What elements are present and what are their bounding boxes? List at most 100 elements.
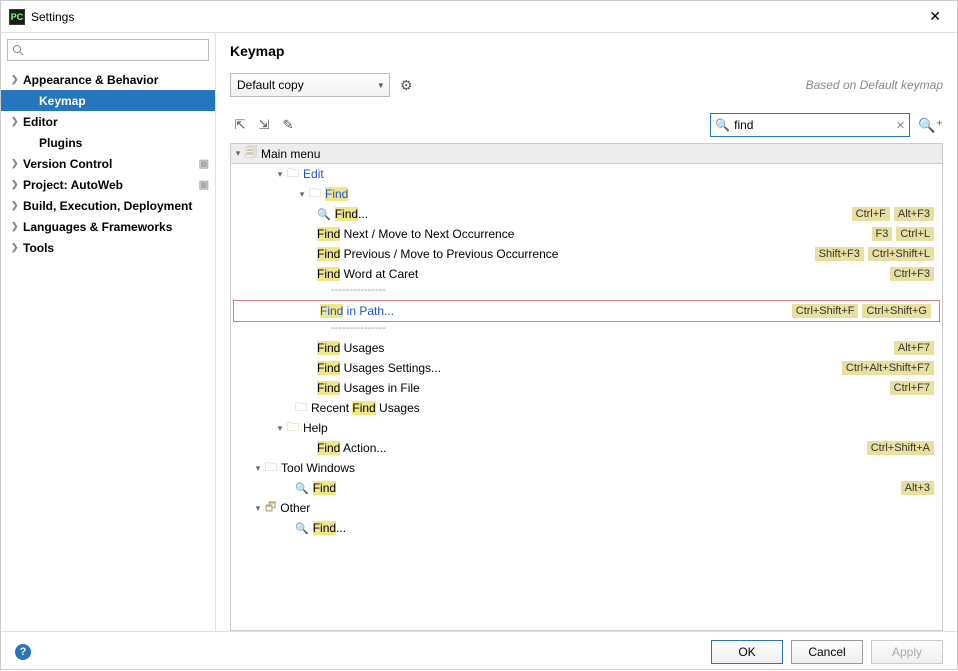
highlighted-row: Find in Path...Ctrl+Shift+FCtrl+Shift+G — [233, 300, 940, 322]
sidebar-item-project-autoweb[interactable]: ❯Project: AutoWeb▣ — [1, 174, 215, 195]
sidebar-item-keymap[interactable]: Keymap — [1, 90, 215, 111]
sidebar-item-editor[interactable]: ❯Editor — [1, 111, 215, 132]
keymap-scheme-combo[interactable]: Default copy ▾ — [230, 73, 390, 97]
node-label: Find Previous / Move to Previous Occurre… — [317, 247, 558, 261]
project-icon: ▣ — [199, 157, 209, 170]
shortcut-badge: Ctrl+Shift+A — [867, 441, 934, 455]
tree-node[interactable]: 🔍Find...Ctrl+FAlt+F3 — [231, 204, 942, 224]
folder-icon: 🗀 — [295, 398, 307, 419]
folder-icon: 🗀 — [287, 418, 299, 439]
sidebar-item-appearance-behavior[interactable]: ❯Appearance & Behavior — [1, 69, 215, 90]
sidebar-item-label: Keymap — [39, 94, 86, 108]
app-icon: PC — [9, 9, 25, 25]
tree-root[interactable]: ▾ 🗐 Main menu — [231, 144, 942, 164]
node-label: Find... — [313, 521, 346, 535]
chevron-right-icon: ❯ — [11, 158, 23, 169]
chevron-right-icon: ❯ — [11, 179, 23, 190]
chevron-right-icon: ❯ — [11, 74, 23, 85]
chevron-down-icon[interactable]: ▾ — [251, 503, 265, 514]
folder-icon: 🗀 — [309, 184, 321, 205]
node-label: Find... — [335, 207, 368, 221]
tree-node[interactable]: Find Action...Ctrl+Shift+A — [231, 438, 942, 458]
keymap-tree[interactable]: ▾ 🗐 Main menu ▾🗀Edit▾🗀Find🔍Find...Ctrl+F… — [230, 143, 943, 631]
tree-node[interactable]: ▾🗀 Help — [231, 418, 942, 438]
search-icon: 🔍 — [715, 118, 730, 132]
sidebar-item-label: Languages & Frameworks — [23, 220, 172, 234]
toolbar-row: ⇱ ⇲ ✎ 🔍 ✕ 🔍⁺ — [230, 113, 943, 137]
node-label: Find Usages — [317, 341, 384, 355]
chevron-down-icon[interactable]: ▾ — [295, 189, 309, 200]
find-by-shortcut-icon[interactable]: 🔍⁺ — [918, 117, 943, 134]
help-icon[interactable]: ? — [15, 644, 31, 660]
gear-icon[interactable]: ⚙ — [400, 77, 413, 94]
cancel-button[interactable]: Cancel — [791, 640, 863, 664]
sidebar-item-label: Appearance & Behavior — [23, 73, 158, 87]
chevron-down-icon[interactable]: ▾ — [273, 423, 287, 434]
based-on-label: Based on Default keymap — [806, 78, 943, 92]
tree-node[interactable]: ▾🗀Tool Windows — [231, 458, 942, 478]
shortcut-badge: Alt+F3 — [894, 207, 934, 221]
sidebar-item-label: Tools — [23, 241, 54, 255]
chevron-right-icon: ❯ — [11, 200, 23, 211]
title-bar: PC Settings ✕ — [1, 1, 957, 33]
chevron-right-icon: ❯ — [11, 242, 23, 253]
tree-node[interactable]: Find in Path...Ctrl+Shift+FCtrl+Shift+G — [234, 301, 939, 321]
node-label: Find — [325, 187, 348, 201]
clear-icon[interactable]: ✕ — [896, 119, 905, 132]
ok-button[interactable]: OK — [711, 640, 783, 664]
node-label: Help — [303, 421, 328, 435]
shortcut-badge: Shift+F3 — [815, 247, 864, 261]
other-icon: 🗗 — [265, 498, 276, 519]
node-label: Other — [280, 501, 310, 515]
sidebar-search-input[interactable] — [7, 39, 209, 61]
chevron-down-icon[interactable]: ▾ — [251, 463, 265, 474]
node-label: Tool Windows — [281, 461, 355, 475]
apply-button[interactable]: Apply — [871, 640, 943, 664]
tree-node[interactable]: ▾🗀 Find — [231, 184, 942, 204]
tree-node[interactable]: ▾🗀Edit — [231, 164, 942, 184]
tree-node[interactable]: Find Next / Move to Next OccurrenceF3Ctr… — [231, 224, 942, 244]
expand-all-icon[interactable]: ⇱ — [230, 115, 250, 135]
sidebar-item-label: Editor — [23, 115, 58, 129]
window-title: Settings — [31, 10, 921, 24]
sidebar-tree: ❯Appearance & BehaviorKeymap❯EditorPlugi… — [1, 67, 215, 631]
shortcut-badge: Ctrl+F7 — [890, 381, 934, 395]
tree-node[interactable]: 🔍 Find... — [231, 518, 942, 538]
shortcut-badge: Ctrl+Alt+Shift+F7 — [842, 361, 934, 375]
shortcut-badge: Ctrl+F3 — [890, 267, 934, 281]
search-icon: 🔍 — [295, 522, 309, 535]
sidebar-item-version-control[interactable]: ❯Version Control▣ — [1, 153, 215, 174]
tree-node[interactable]: 🗀 Recent Find Usages — [231, 398, 942, 418]
tree-node[interactable]: Find Previous / Move to Previous Occurre… — [231, 244, 942, 264]
sidebar-item-languages-frameworks[interactable]: ❯Languages & Frameworks — [1, 216, 215, 237]
sidebar-item-tools[interactable]: ❯Tools — [1, 237, 215, 258]
chevron-down-icon: ▾ — [378, 80, 383, 91]
tree-node[interactable]: ▾🗗 Other — [231, 498, 942, 518]
chevron-right-icon: ❯ — [11, 221, 23, 232]
action-search-input[interactable] — [734, 118, 896, 132]
shortcut-badge: Alt+F7 — [894, 341, 934, 355]
action-search-box[interactable]: 🔍 ✕ — [710, 113, 910, 137]
separator: --------------- — [231, 284, 942, 300]
node-label: Find in Path... — [320, 304, 394, 318]
edit-icon[interactable]: ✎ — [278, 115, 298, 135]
tree-node[interactable]: Find Usages Alt+F7 — [231, 338, 942, 358]
collapse-all-icon[interactable]: ⇲ — [254, 115, 274, 135]
chevron-down-icon[interactable]: ▾ — [273, 169, 287, 180]
node-label: Find Word at Caret — [317, 267, 418, 281]
tree-node[interactable]: Find Word at Caret Ctrl+F3 — [231, 264, 942, 284]
chevron-down-icon[interactable]: ▾ — [231, 148, 245, 159]
separator: --------------- — [231, 322, 942, 338]
tree-node[interactable]: Find Usages in FileCtrl+F7 — [231, 378, 942, 398]
chevron-right-icon: ❯ — [11, 116, 23, 127]
settings-sidebar: ❯Appearance & BehaviorKeymap❯EditorPlugi… — [1, 33, 216, 631]
node-label: Recent Find Usages — [311, 401, 420, 415]
sidebar-item-build-execution-deployment[interactable]: ❯Build, Execution, Deployment — [1, 195, 215, 216]
tree-node[interactable]: Find Usages Settings...Ctrl+Alt+Shift+F7 — [231, 358, 942, 378]
shortcut-badge: Ctrl+F — [852, 207, 890, 221]
project-icon: ▣ — [199, 178, 209, 191]
close-icon[interactable]: ✕ — [921, 4, 949, 29]
sidebar-item-plugins[interactable]: Plugins — [1, 132, 215, 153]
tree-node[interactable]: 🔍FindAlt+3 — [231, 478, 942, 498]
folder-icon: 🗀 — [287, 164, 299, 185]
